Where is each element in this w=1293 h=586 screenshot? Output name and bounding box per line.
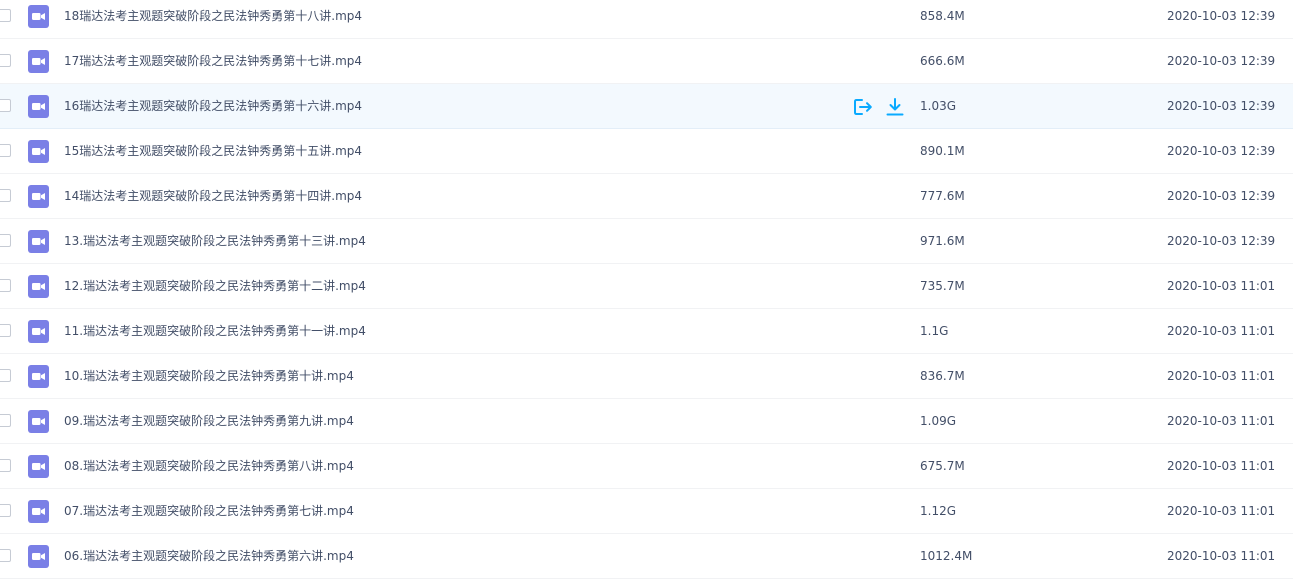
file-row[interactable]: 11.瑞达法考主观题突破阶段之民法钟秀勇第十一讲.mp4 1.1G 2020-1…: [0, 309, 1293, 354]
video-file-icon: [28, 410, 49, 433]
file-size: 1.1G: [920, 324, 949, 338]
video-file-icon: [28, 455, 49, 478]
row-checkbox[interactable]: [0, 459, 11, 472]
row-checkbox[interactable]: [0, 189, 11, 202]
file-row[interactable]: 14瑞达法考主观题突破阶段之民法钟秀勇第十四讲.mp4 777.6M 2020-…: [0, 174, 1293, 219]
video-file-icon: [28, 185, 49, 208]
file-name[interactable]: 08.瑞达法考主观题突破阶段之民法钟秀勇第八讲.mp4: [64, 458, 354, 474]
file-date: 2020-10-03 11:01: [1167, 504, 1276, 518]
row-checkbox[interactable]: [0, 234, 11, 247]
video-file-icon: [28, 230, 49, 253]
video-file-icon: [28, 140, 49, 163]
file-name[interactable]: 16瑞达法考主观题突破阶段之民法钟秀勇第十六讲.mp4: [64, 98, 362, 114]
file-row[interactable]: 06.瑞达法考主观题突破阶段之民法钟秀勇第六讲.mp4 1012.4M 2020…: [0, 534, 1293, 579]
file-date: 2020-10-03 12:39: [1167, 189, 1276, 203]
file-name[interactable]: 09.瑞达法考主观题突破阶段之民法钟秀勇第九讲.mp4: [64, 413, 354, 429]
file-size: 675.7M: [920, 459, 965, 473]
file-row[interactable]: 15瑞达法考主观题突破阶段之民法钟秀勇第十五讲.mp4 890.1M 2020-…: [0, 129, 1293, 174]
file-size: 1.12G: [920, 504, 957, 518]
file-date: 2020-10-03 12:39: [1167, 9, 1276, 23]
video-file-icon: [28, 365, 49, 388]
row-checkbox[interactable]: [0, 369, 11, 382]
file-size: 836.7M: [920, 369, 965, 383]
file-name[interactable]: 06.瑞达法考主观题突破阶段之民法钟秀勇第六讲.mp4: [64, 548, 354, 564]
file-name[interactable]: 11.瑞达法考主观题突破阶段之民法钟秀勇第十一讲.mp4: [64, 323, 366, 339]
download-icon[interactable]: [884, 96, 906, 118]
file-size: 858.4M: [920, 9, 965, 23]
file-name[interactable]: 14瑞达法考主观题突破阶段之民法钟秀勇第十四讲.mp4: [64, 188, 362, 204]
row-checkbox[interactable]: [0, 549, 11, 562]
file-row[interactable]: 12.瑞达法考主观题突破阶段之民法钟秀勇第十二讲.mp4 735.7M 2020…: [0, 264, 1293, 309]
row-checkbox[interactable]: [0, 279, 11, 292]
video-file-icon: [28, 275, 49, 298]
video-file-icon: [28, 545, 49, 568]
row-checkbox[interactable]: [0, 504, 11, 517]
file-size: 735.7M: [920, 279, 965, 293]
file-row[interactable]: 10.瑞达法考主观题突破阶段之民法钟秀勇第十讲.mp4 836.7M 2020-…: [0, 354, 1293, 399]
row-checkbox[interactable]: [0, 324, 11, 337]
file-row[interactable]: 16瑞达法考主观题突破阶段之民法钟秀勇第十六讲.mp4 1.03G 2020-1…: [0, 84, 1293, 129]
row-checkbox[interactable]: [0, 99, 11, 112]
file-date: 2020-10-03 12:39: [1167, 144, 1276, 158]
file-date: 2020-10-03 11:01: [1167, 414, 1276, 428]
file-size: 971.6M: [920, 234, 965, 248]
video-file-icon: [28, 500, 49, 523]
file-row[interactable]: 09.瑞达法考主观题突破阶段之民法钟秀勇第九讲.mp4 1.09G 2020-1…: [0, 399, 1293, 444]
file-size: 777.6M: [920, 189, 965, 203]
file-row[interactable]: 13.瑞达法考主观题突破阶段之民法钟秀勇第十三讲.mp4 971.6M 2020…: [0, 219, 1293, 264]
file-date: 2020-10-03 11:01: [1167, 459, 1276, 473]
file-name[interactable]: 17瑞达法考主观题突破阶段之民法钟秀勇第十七讲.mp4: [64, 53, 362, 69]
row-checkbox[interactable]: [0, 54, 11, 67]
file-list: 18瑞达法考主观题突破阶段之民法钟秀勇第十八讲.mp4 858.4M 2020-…: [0, 0, 1293, 579]
file-name[interactable]: 12.瑞达法考主观题突破阶段之民法钟秀勇第十二讲.mp4: [64, 278, 366, 294]
video-file-icon: [28, 95, 49, 118]
file-name[interactable]: 13.瑞达法考主观题突破阶段之民法钟秀勇第十三讲.mp4: [64, 233, 366, 249]
file-size: 666.6M: [920, 54, 965, 68]
file-date: 2020-10-03 12:39: [1167, 54, 1276, 68]
video-file-icon: [28, 320, 49, 343]
file-date: 2020-10-03 12:39: [1167, 234, 1276, 248]
row-checkbox[interactable]: [0, 414, 11, 427]
file-name[interactable]: 10.瑞达法考主观题突破阶段之民法钟秀勇第十讲.mp4: [64, 368, 354, 384]
file-date: 2020-10-03 12:39: [1167, 99, 1276, 113]
file-size: 890.1M: [920, 144, 965, 158]
row-checkbox[interactable]: [0, 144, 11, 157]
file-name[interactable]: 07.瑞达法考主观题突破阶段之民法钟秀勇第七讲.mp4: [64, 503, 354, 519]
file-name[interactable]: 18瑞达法考主观题突破阶段之民法钟秀勇第十八讲.mp4: [64, 8, 362, 24]
file-row[interactable]: 18瑞达法考主观题突破阶段之民法钟秀勇第十八讲.mp4 858.4M 2020-…: [0, 0, 1293, 39]
file-date: 2020-10-03 11:01: [1167, 549, 1276, 563]
file-row[interactable]: 07.瑞达法考主观题突破阶段之民法钟秀勇第七讲.mp4 1.12G 2020-1…: [0, 489, 1293, 534]
file-name[interactable]: 15瑞达法考主观题突破阶段之民法钟秀勇第十五讲.mp4: [64, 143, 362, 159]
video-file-icon: [28, 5, 49, 28]
file-row[interactable]: 17瑞达法考主观题突破阶段之民法钟秀勇第十七讲.mp4 666.6M 2020-…: [0, 39, 1293, 84]
file-size: 1.09G: [920, 414, 957, 428]
video-file-icon: [28, 50, 49, 73]
file-row[interactable]: 08.瑞达法考主观题突破阶段之民法钟秀勇第八讲.mp4 675.7M 2020-…: [0, 444, 1293, 489]
file-date: 2020-10-03 11:01: [1167, 324, 1276, 338]
file-size: 1.03G: [920, 99, 957, 113]
row-checkbox[interactable]: [0, 9, 11, 22]
file-size: 1012.4M: [920, 549, 973, 563]
file-date: 2020-10-03 11:01: [1167, 279, 1276, 293]
share-icon[interactable]: [852, 96, 874, 118]
file-date: 2020-10-03 11:01: [1167, 369, 1276, 383]
